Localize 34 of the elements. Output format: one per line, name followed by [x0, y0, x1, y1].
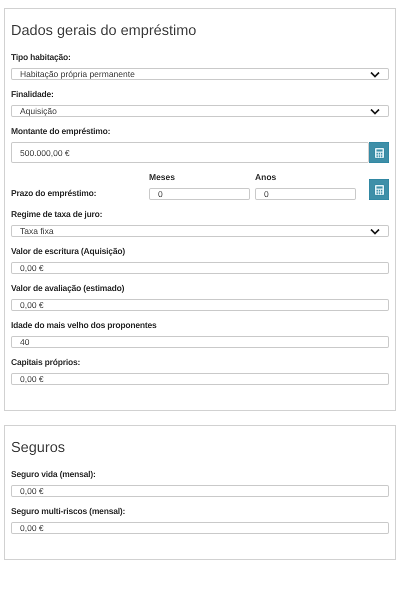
- section-title: Dados gerais do empréstimo: [11, 23, 198, 39]
- select-field[interactable]: Aquisição: [11, 105, 389, 117]
- select-field[interactable]: Taxa fixa: [11, 225, 389, 237]
- field-label: Finalidade:: [11, 89, 55, 99]
- input-field[interactable]: 0,00 €: [11, 299, 389, 311]
- section-title: Seguros: [11, 440, 66, 456]
- calculator-icon: [374, 148, 384, 158]
- input-field[interactable]: 0,00 €: [11, 373, 389, 385]
- input-field[interactable]: 0: [149, 188, 250, 200]
- input-field[interactable]: 0: [255, 188, 356, 200]
- field-label: Capitais próprios:: [11, 357, 82, 367]
- calculator-icon: [374, 184, 384, 194]
- field-label: Meses: [149, 172, 176, 182]
- input-field[interactable]: 40: [11, 336, 389, 348]
- field-label: Tipo habitação:: [11, 52, 72, 62]
- field-label: Prazo do empréstimo:: [11, 188, 98, 198]
- field-label: Seguro multi-riscos (mensal):: [11, 506, 126, 516]
- chevron-down-icon: [370, 108, 380, 114]
- field-label: Montante do empréstimo:: [11, 126, 112, 136]
- select-field[interactable]: Habitação própria permanente: [11, 68, 389, 80]
- input-field[interactable]: 0,00 €: [11, 485, 389, 497]
- chevron-down-icon: [370, 228, 380, 234]
- input-field[interactable]: 0,00 €: [11, 262, 389, 274]
- chevron-down-icon: [370, 70, 380, 78]
- field-label: Anos: [255, 172, 278, 182]
- input-field[interactable]: 500.000,00 €: [11, 142, 369, 163]
- field-label: Idade do mais velho dos proponentes: [11, 320, 158, 330]
- calculator-button[interactable]: [369, 142, 389, 163]
- input-field[interactable]: 0,00 €: [11, 522, 389, 534]
- field-label: Valor de avaliação (estimado): [11, 283, 126, 293]
- field-label: Regime de taxa de juro:: [11, 209, 104, 219]
- field-label: Valor de escritura (Aquisição): [11, 246, 126, 256]
- field-label: Seguro vida (mensal):: [11, 469, 97, 479]
- calculator-button[interactable]: [369, 179, 389, 200]
